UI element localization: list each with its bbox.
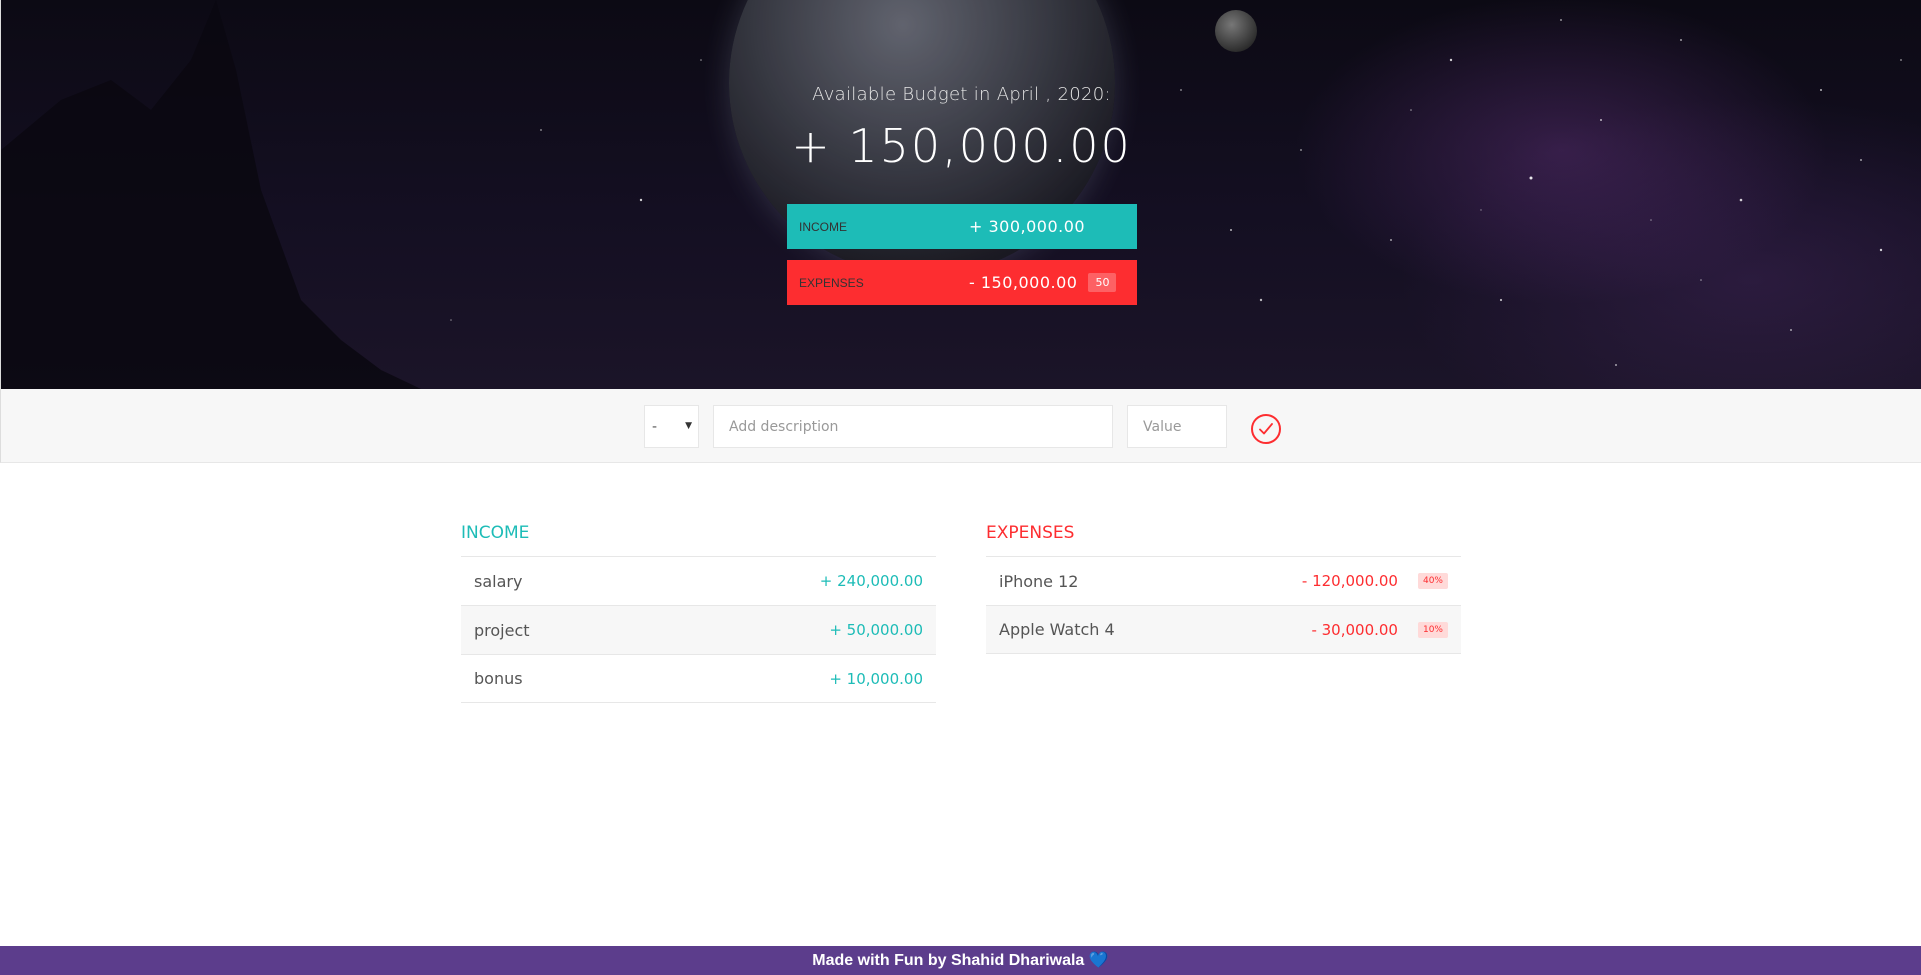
income-item-description: salary [474,571,523,591]
expense-item[interactable]: Apple Watch 4 - 30,000.00 10% [986,605,1461,654]
description-input[interactable] [713,405,1113,448]
income-item-value: + 10,000.00 [829,669,923,688]
income-label: Income [799,219,847,234]
heart-icon: 💙 [1088,952,1109,969]
expenses-list: Expenses iPhone 12 - 120,000.00 40% Appl… [986,523,1461,654]
income-list: Income salary + 240,000.00 project + 50,… [461,523,936,703]
income-item-description: bonus [474,669,523,688]
expense-item-description: iPhone 12 [999,571,1079,591]
expenses-label: Expenses [799,275,864,290]
income-item[interactable]: salary + 240,000.00 [461,556,936,605]
footer: Made with Fun by Shahid Dhariwala 💙 [0,946,1921,975]
value-input[interactable] [1127,405,1227,448]
available-budget: Available Budget in April , 2020: + 150,… [1,84,1921,173]
income-item[interactable]: project + 50,000.00 [461,605,936,654]
income-item-description: project [474,620,530,640]
budget-header: Available Budget in April , 2020: + 150,… [0,0,1921,389]
expense-item-value: - 30,000.00 [1311,620,1398,639]
expense-item-value: - 120,000.00 [1301,572,1398,590]
add-item-bar: - ▼ [0,389,1921,463]
expense-item-percentage: 10% [1417,621,1448,638]
income-item-value: + 50,000.00 [829,621,923,639]
income-item-value: + 240,000.00 [819,572,923,590]
type-select-value: - [652,418,658,435]
moon-graphic [1215,10,1257,52]
checkmark-circle-icon [1259,423,1273,435]
type-select[interactable]: - ▼ [644,405,699,448]
expenses-percentage-badge: 50 [1088,273,1117,292]
expense-item-description: Apple Watch 4 [999,620,1115,639]
budget-value: + 150,000.00 [791,119,1132,173]
budget-expenses-summary: Expenses - 150,000.00 50 [787,260,1137,305]
expenses-list-title: Expenses [986,523,1075,543]
chevron-down-icon: ▼ [685,421,692,431]
income-value: + 300,000.00 [969,217,1086,236]
income-list-title: Income [461,523,530,543]
income-item[interactable]: bonus + 10,000.00 [461,654,936,703]
budget-income-summary: Income + 300,000.00 [787,204,1137,249]
mountain-silhouette [1,0,421,389]
expense-item[interactable]: iPhone 12 - 120,000.00 40% [986,556,1461,605]
add-button[interactable] [1251,414,1281,444]
budget-title: Available Budget in April , 2020: [812,84,1111,105]
footer-text: Made with Fun by Shahid Dhariwala [812,952,1085,969]
expenses-value: - 150,000.00 [969,273,1078,292]
expense-item-percentage: 40% [1417,573,1448,589]
